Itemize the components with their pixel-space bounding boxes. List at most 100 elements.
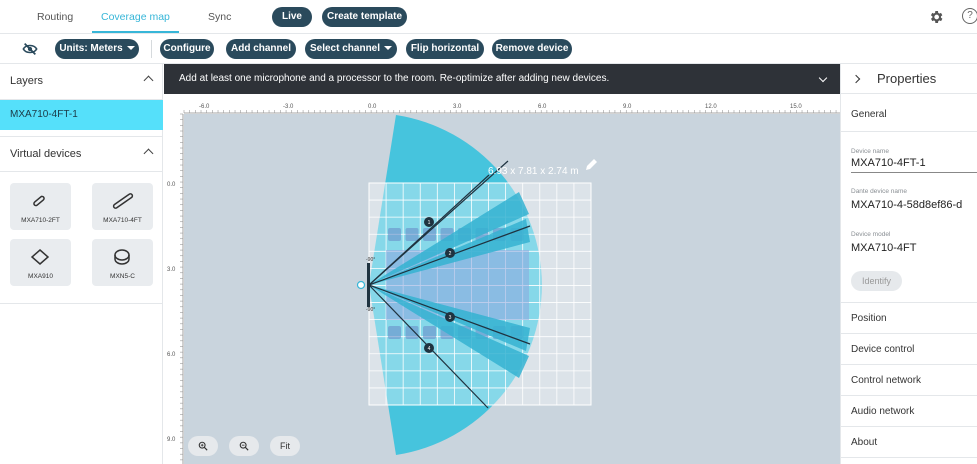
- tab-routing[interactable]: Routing: [37, 0, 73, 33]
- edit-dimensions-icon[interactable]: [586, 159, 597, 170]
- live-button[interactable]: Live: [272, 7, 312, 27]
- lobe-marker[interactable]: 1: [424, 217, 434, 227]
- x-tick-label: 6.0: [538, 104, 547, 110]
- x-tick-label: -3.0: [283, 104, 294, 110]
- tab-coverage-map[interactable]: Coverage map: [92, 0, 179, 33]
- dante-name-value: MXA710-4-58d8ef86-d: [851, 199, 963, 211]
- device-name-label: Device name: [851, 148, 889, 155]
- configure-button[interactable]: Configure: [160, 39, 214, 59]
- seat: [388, 228, 401, 241]
- virtual-devices-header[interactable]: Virtual devices: [0, 136, 163, 172]
- lobe-number: 2: [449, 251, 452, 257]
- left-panel: Layers MXA710-4FT-1 Virtual devices MXA7…: [0, 64, 163, 464]
- seat: [388, 326, 401, 339]
- toolbar-divider: [151, 40, 152, 58]
- seat: [405, 228, 419, 241]
- linear-mic-icon: [112, 193, 134, 209]
- info-banner: Add at least one microphone and a proces…: [164, 64, 840, 94]
- dante-name-label: Dante device name: [851, 188, 908, 195]
- map-svg[interactable]: -6.0 -3.0 0.0 3.0 6.0 9.0 12.0 15.0 0.0 …: [164, 94, 840, 464]
- top-navigation: Routing Coverage map Sync Live Create te…: [0, 0, 977, 34]
- mic-device[interactable]: [367, 263, 370, 307]
- top-ruler: [164, 94, 840, 114]
- chevron-up-icon[interactable]: [143, 75, 154, 86]
- zoom-out-button[interactable]: [229, 436, 259, 456]
- banner-text: Add at least one microphone and a proces…: [179, 73, 610, 84]
- virtual-devices-title: Virtual devices: [10, 148, 82, 160]
- select-channel-label: Select channel: [309, 43, 381, 54]
- units-label: Units: Meters: [59, 43, 123, 54]
- coverage-map-canvas[interactable]: Add at least one microphone and a proces…: [164, 64, 840, 464]
- rotation-handle[interactable]: [356, 280, 366, 290]
- speaker-icon: [114, 249, 130, 265]
- device-label: MXA710-4FT: [103, 217, 142, 224]
- section-position[interactable]: Position: [841, 303, 977, 334]
- identify-button[interactable]: Identify: [851, 271, 902, 291]
- device-card-mxa910[interactable]: MXA910: [10, 239, 71, 286]
- layers-title: Layers: [10, 75, 44, 87]
- fit-button[interactable]: Fit: [270, 436, 300, 456]
- section-general[interactable]: General: [841, 99, 977, 132]
- units-dropdown[interactable]: Units: Meters: [55, 39, 139, 59]
- y-tick-label: 6.0: [167, 352, 176, 358]
- device-label: MXA910: [28, 273, 53, 280]
- section-about[interactable]: About: [841, 427, 977, 458]
- chevron-down-icon: [126, 46, 135, 51]
- device-model-label: Device model: [851, 231, 891, 238]
- properties-title: Properties: [877, 71, 937, 86]
- lobe-number: 4: [428, 346, 431, 352]
- add-channel-button[interactable]: Add channel: [226, 39, 296, 59]
- flip-horizontal-button[interactable]: Flip horizontal: [406, 39, 484, 59]
- remove-device-button[interactable]: Remove device: [492, 39, 572, 59]
- zoom-in-icon: [198, 441, 208, 451]
- divider: [0, 303, 163, 304]
- seat: [405, 326, 419, 339]
- section-device-control[interactable]: Device control: [841, 334, 977, 365]
- x-tick-label: -6.0: [199, 104, 210, 110]
- lobe-marker[interactable]: 3: [445, 312, 455, 322]
- chevron-down-icon: [384, 46, 393, 51]
- tab-sync[interactable]: Sync: [208, 0, 231, 33]
- create-template-button[interactable]: Create template: [322, 7, 407, 27]
- lobe-marker[interactable]: 2: [445, 248, 455, 258]
- layer-item-selected[interactable]: MXA710-4FT-1: [0, 100, 163, 130]
- y-tick-label: 9.0: [167, 437, 176, 443]
- chevron-down-icon[interactable]: [818, 73, 828, 83]
- y-tick-label: 0.0: [167, 182, 176, 188]
- ceiling-array-icon: [30, 249, 50, 265]
- toolbar: Units: Meters Configure Add channel Sele…: [0, 34, 977, 64]
- layers-header[interactable]: Layers: [0, 64, 163, 100]
- help-icon[interactable]: ?: [962, 8, 977, 24]
- lobe-number: 1: [428, 220, 431, 226]
- gear-icon[interactable]: [928, 9, 944, 28]
- select-channel-dropdown[interactable]: Select channel: [305, 39, 397, 59]
- section-audio-network[interactable]: Audio network: [841, 396, 977, 427]
- device-card-mxa710-2ft[interactable]: MXA710-2FT: [10, 183, 71, 230]
- lobe-marker[interactable]: 4: [424, 343, 434, 353]
- chevron-up-icon[interactable]: [143, 148, 154, 159]
- device-label: MXA710-2FT: [21, 217, 60, 224]
- device-model-value: MXA710-4FT: [851, 242, 917, 254]
- device-card-mxa710-4ft[interactable]: MXA710-4FT: [92, 183, 153, 230]
- chevron-right-icon[interactable]: [851, 74, 861, 84]
- zoom-in-button[interactable]: [188, 436, 218, 456]
- x-tick-label: 3.0: [453, 104, 462, 110]
- lobe-number: 3: [449, 315, 452, 321]
- x-tick-label: 0.0: [368, 104, 377, 110]
- x-tick-label: 9.0: [623, 104, 632, 110]
- room-dimensions: 6.93 x 7.81 x 2.74 m: [488, 166, 579, 177]
- eye-off-icon[interactable]: [22, 42, 38, 59]
- device-name-field[interactable]: MXA710-4FT-1: [851, 157, 926, 169]
- zoom-out-icon: [239, 441, 249, 451]
- linear-mic-icon: [33, 195, 45, 207]
- seat: [423, 326, 436, 339]
- y-tick-label: 3.0: [167, 267, 176, 273]
- section-control-network[interactable]: Control network: [841, 365, 977, 396]
- device-card-mxn5-c[interactable]: MXN5-C: [92, 239, 153, 286]
- angle-label-bottom: -90°: [366, 307, 375, 313]
- field-underline: [851, 172, 977, 173]
- properties-header: Properties: [841, 64, 977, 94]
- x-tick-label: 12.0: [705, 104, 717, 110]
- x-tick-label: 15.0: [790, 104, 802, 110]
- left-ruler: [164, 94, 184, 464]
